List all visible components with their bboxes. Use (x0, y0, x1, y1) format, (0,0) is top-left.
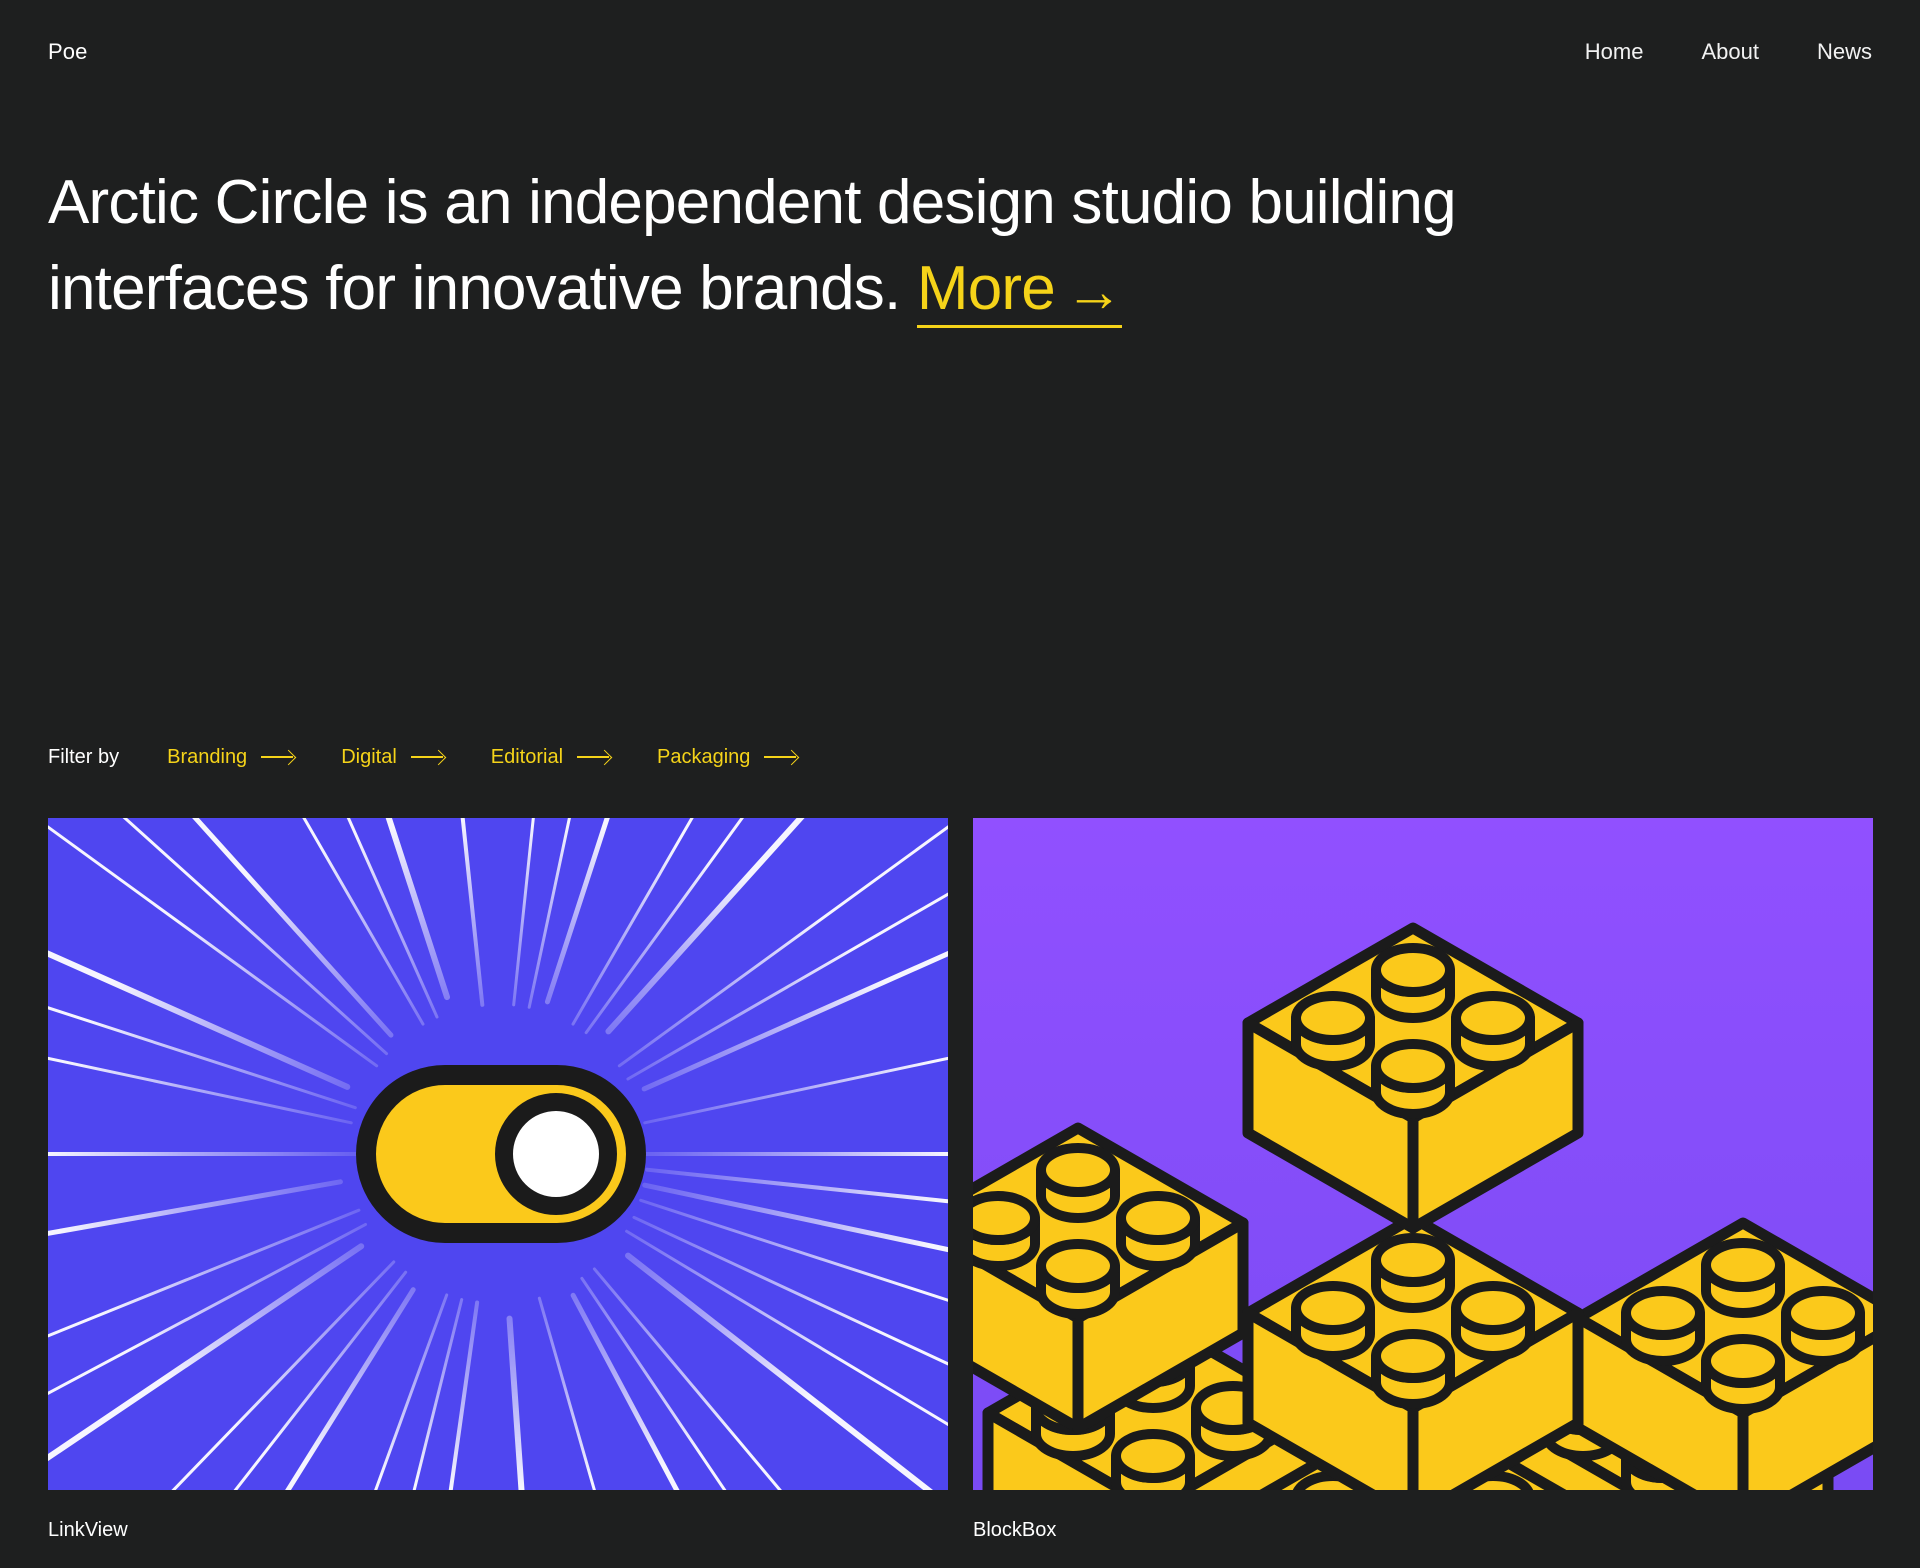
project-title: BlockBox (973, 1519, 1057, 1541)
filter-option-branding[interactable]: Branding (167, 747, 295, 767)
filter-option-label: Packaging (657, 746, 751, 768)
nav-link-home[interactable]: Home (1585, 41, 1644, 63)
project-grid: LinkView BlockBox (48, 818, 1873, 1540)
arrow-right-icon (261, 750, 295, 764)
site-header: Poe Home About News (0, 0, 1920, 104)
filter-bar: Filter by Branding Digital Editorial Pac… (48, 742, 798, 772)
project-thumbnail-blockbox (973, 818, 1873, 1490)
filter-option-label: Digital (341, 746, 397, 768)
toggle-switch-icon (356, 1065, 646, 1243)
filter-option-digital[interactable]: Digital (341, 747, 445, 767)
page-root: Poe Home About News Arctic Circle is an … (0, 0, 1920, 1568)
filter-option-packaging[interactable]: Packaging (657, 747, 798, 767)
nav-link-news[interactable]: News (1817, 41, 1872, 63)
project-card-linkview[interactable]: LinkView (48, 818, 948, 1540)
project-title: LinkView (48, 1519, 128, 1541)
hero-section: Arctic Circle is an independent design s… (48, 160, 1748, 332)
hero-headline-text: Arctic Circle is an independent design s… (48, 168, 1457, 323)
brand-logo[interactable]: Poe (48, 41, 87, 63)
nav-link-about[interactable]: About (1701, 41, 1759, 63)
filter-label: Filter by (48, 746, 120, 768)
filter-option-editorial[interactable]: Editorial (491, 747, 611, 767)
arrow-right-icon (764, 750, 798, 764)
arrow-right-icon (577, 750, 611, 764)
page-title: Arctic Circle is an independent design s… (48, 160, 1648, 332)
project-card-blockbox[interactable]: BlockBox (973, 818, 1873, 1540)
primary-navigation: Home About News (1585, 41, 1872, 63)
arrow-right-icon (410, 750, 445, 764)
filter-option-label: Branding (167, 746, 248, 768)
toggle-switch-sunburst-illustration (48, 818, 948, 1490)
hero-more-link[interactable]: More → (916, 254, 1123, 328)
filter-option-label: Editorial (490, 746, 564, 768)
arrow-right-icon: → (1064, 259, 1123, 324)
project-thumbnail-linkview (48, 818, 948, 1490)
hero-more-label: More (916, 254, 1056, 323)
isometric-lego-bricks-illustration (973, 818, 1873, 1490)
